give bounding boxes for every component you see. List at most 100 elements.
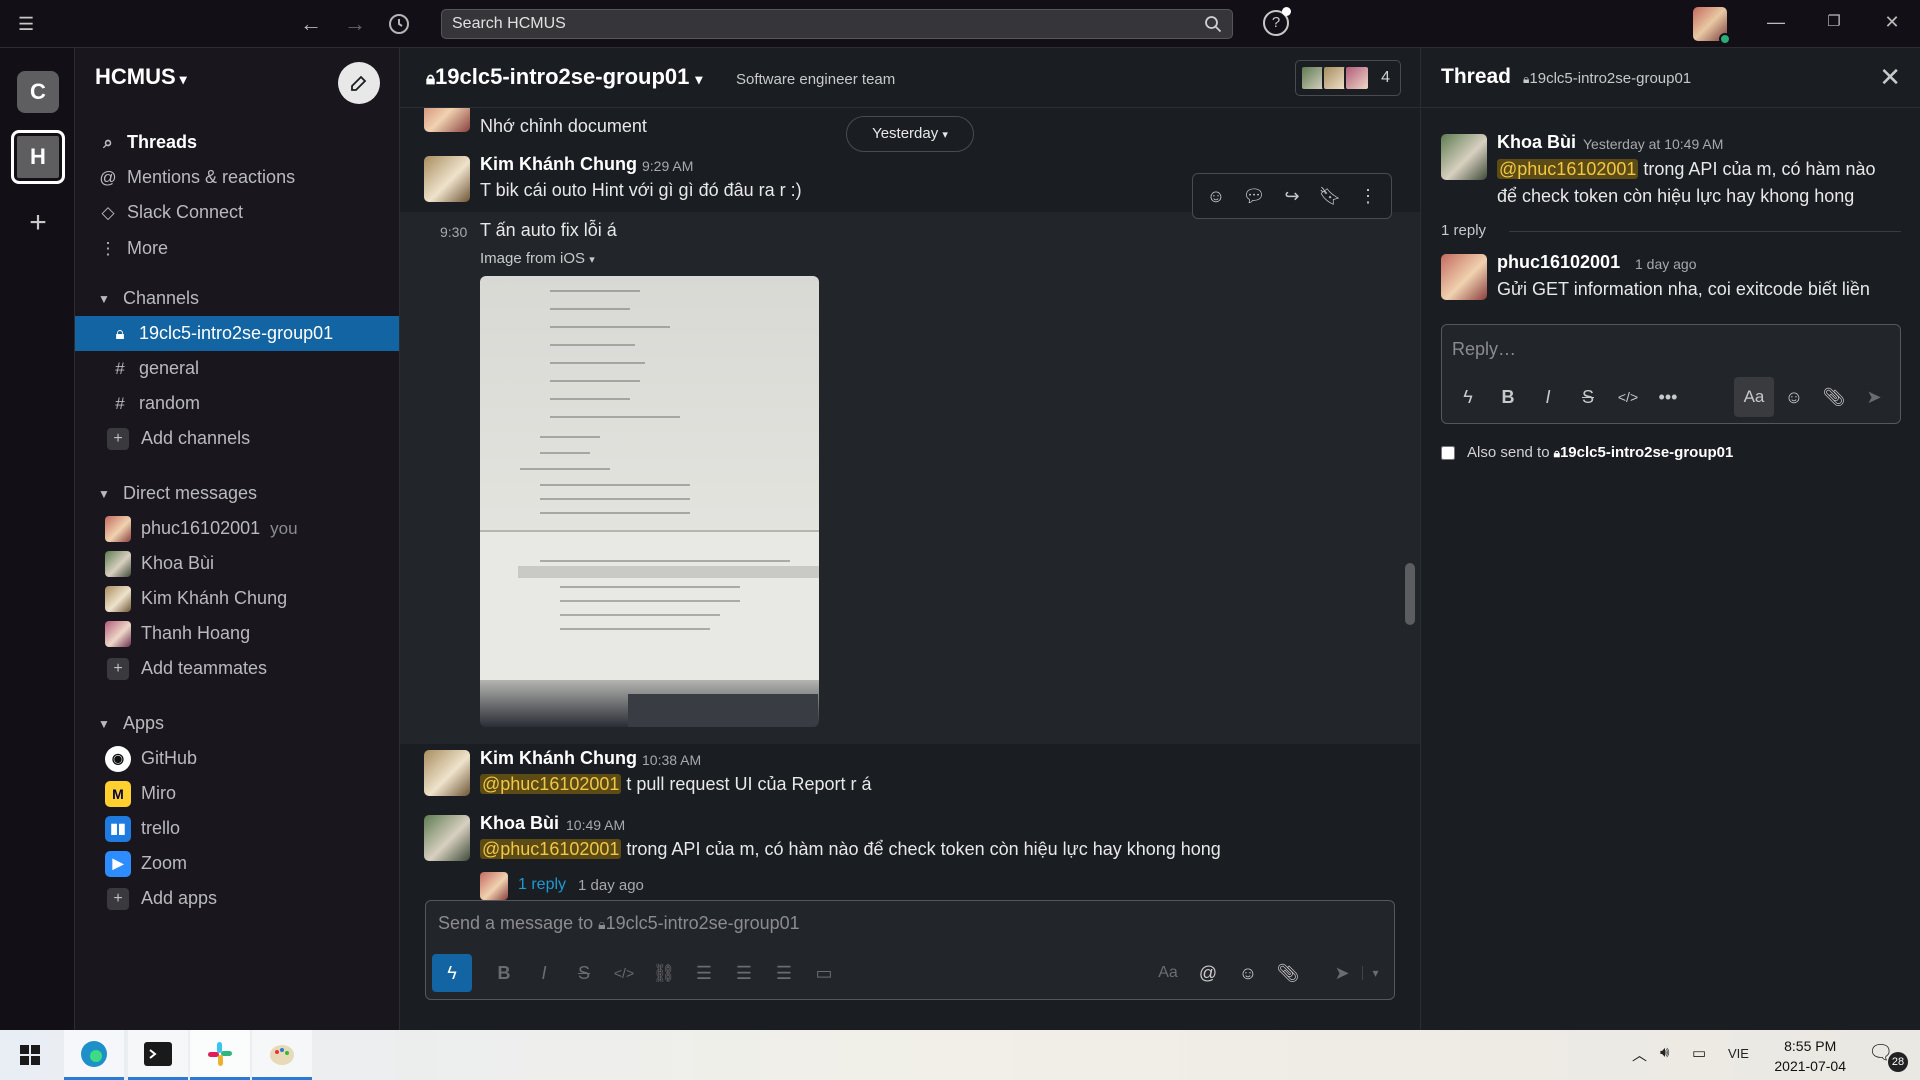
message-author[interactable]: Kim Khánh Chung	[480, 748, 637, 769]
sidebar-item-channel-general[interactable]: # general	[75, 351, 399, 386]
back-arrow-icon[interactable]: ←	[298, 12, 324, 36]
sidebar-item-dm-khoa[interactable]: Khoa Bùi	[75, 546, 399, 581]
add-workspace-icon[interactable]: +	[22, 208, 54, 240]
sidebar-item-dm-phuc[interactable]: phuc16102001 you	[75, 511, 399, 546]
hovered-message[interactable]: 9:30 T ấn auto fix lỗi á Image from iOS …	[400, 212, 1420, 744]
strikethrough-icon[interactable]: S	[1568, 387, 1608, 408]
apps-section-header[interactable]: ▼ Apps	[75, 706, 399, 741]
message-timestamp[interactable]: 10:38 AM	[642, 752, 701, 768]
emoji-icon[interactable]: ☺	[1774, 387, 1814, 408]
sidebar-item-threads[interactable]: ⌕ Threads	[75, 125, 399, 160]
message-timestamp[interactable]: 10:49 AM	[566, 817, 625, 833]
share-icon[interactable]: ↪	[1275, 186, 1309, 207]
avatar[interactable]	[1441, 254, 1487, 300]
history-icon[interactable]	[387, 12, 413, 36]
sidebar-item-app-trello[interactable]: ▮▮ trello	[75, 811, 399, 846]
message-timestamp[interactable]: 9:30	[440, 224, 467, 240]
sidebar-item-mentions[interactable]: @ Mentions & reactions	[75, 160, 399, 195]
send-icon[interactable]: ➤	[1854, 387, 1894, 408]
more-actions-icon[interactable]: ⋮	[1351, 186, 1385, 207]
shortcuts-bolt-icon[interactable]: ϟ	[432, 954, 472, 992]
channel-name-button[interactable]: 🔒︎19clc5-intro2se-group01 ▾	[426, 64, 702, 90]
terminal-app-icon[interactable]	[128, 1030, 188, 1080]
add-channels-button[interactable]: + Add channels	[75, 421, 399, 456]
sidebar-item-dm-kim[interactable]: Kim Khánh Chung	[75, 581, 399, 616]
bold-icon[interactable]: B	[484, 963, 524, 984]
workspace-h[interactable]: H	[11, 130, 65, 184]
add-teammates-button[interactable]: + Add teammates	[75, 651, 399, 686]
close-window-icon[interactable]: ✕	[1877, 12, 1907, 33]
message-list[interactable]: Nhớ chỉnh document Yesterday ▾ Kim Khánh…	[400, 108, 1420, 900]
dm-section-header[interactable]: ▼ Direct messages	[75, 476, 399, 511]
message-author[interactable]: Khoa Bùi	[1497, 132, 1576, 153]
code-icon[interactable]: </>	[1608, 389, 1648, 405]
search-bar[interactable]	[441, 9, 1233, 39]
sidebar-item-more[interactable]: ⋮ More	[75, 231, 399, 266]
battery-icon[interactable]: ▭	[1692, 1044, 1706, 1062]
user-mention[interactable]: @phuc16102001	[480, 839, 622, 859]
more-formatting-icon[interactable]: •••	[1648, 387, 1688, 408]
message-author[interactable]: Kim Khánh Chung	[480, 154, 637, 175]
windows-start-icon[interactable]	[0, 1030, 60, 1080]
avatar[interactable]	[424, 108, 470, 132]
message-timestamp[interactable]: 9:29 AM	[642, 158, 693, 174]
sidebar-item-channel-group01[interactable]: 🔒︎ 19clc5-intro2se-group01	[75, 316, 399, 351]
reply-input[interactable]: Reply…	[1452, 339, 1516, 360]
mention-icon[interactable]: @	[1188, 963, 1228, 984]
compose-button[interactable]	[338, 62, 380, 104]
forward-arrow-icon[interactable]: →	[342, 12, 368, 36]
input-language[interactable]: VIE	[1728, 1046, 1749, 1061]
chevron-up-icon[interactable]: ︿	[1632, 1044, 1647, 1065]
close-thread-icon[interactable]: ✕	[1879, 62, 1901, 93]
sidebar-item-dm-thanh[interactable]: Thanh Hoang	[75, 616, 399, 651]
ordered-list-icon[interactable]: ☰	[684, 963, 724, 984]
thread-replies-link[interactable]: 1 reply	[518, 876, 566, 894]
reply-thread-icon[interactable]: 💬︎	[1237, 186, 1271, 207]
user-avatar[interactable]	[1693, 7, 1731, 45]
paint-app-icon[interactable]	[252, 1030, 312, 1080]
restore-icon[interactable]: ❐	[1819, 12, 1849, 30]
avatar[interactable]	[1441, 134, 1487, 180]
composer-placeholder[interactable]: Send a message to 🔒︎19clc5-intro2se-grou…	[438, 913, 800, 934]
send-icon[interactable]: ➤	[1322, 963, 1362, 984]
message-timestamp[interactable]: 1 day ago	[1635, 256, 1697, 272]
strikethrough-icon[interactable]: S	[564, 963, 604, 984]
add-apps-button[interactable]: + Add apps	[75, 881, 399, 916]
minimize-icon[interactable]: —	[1761, 12, 1791, 33]
avatar[interactable]	[424, 750, 470, 796]
channels-section-header[interactable]: ▼ Channels	[75, 281, 399, 316]
clock[interactable]: 8:55 PM 2021-07-04	[1774, 1036, 1846, 1076]
channel-topic[interactable]: Software engineer team	[736, 71, 895, 88]
sidebar-item-channel-random[interactable]: # random	[75, 386, 399, 421]
blockquote-icon[interactable]: ☰	[764, 963, 804, 984]
attach-icon[interactable]: 📎︎	[1268, 963, 1308, 984]
thread-channel-link[interactable]: 🔒︎19clc5-intro2se-group01	[1523, 70, 1691, 87]
volume-icon[interactable]: 🔊︎	[1660, 1044, 1669, 1061]
slack-app-icon[interactable]	[190, 1030, 250, 1080]
date-divider-button[interactable]: Yesterday ▾	[846, 116, 974, 152]
sidebar-item-slack-connect[interactable]: ◇ Slack Connect	[75, 195, 399, 230]
bookmark-icon[interactable]: 🔖︎	[1313, 186, 1347, 207]
add-reaction-icon[interactable]: ☺	[1199, 186, 1233, 207]
message-composer[interactable]: Send a message to 🔒︎19clc5-intro2se-grou…	[425, 900, 1395, 1000]
scrollbar[interactable]	[1405, 563, 1415, 625]
also-send-option[interactable]: Also send to 🔒︎19clc5-intro2se-group01	[1441, 444, 1733, 461]
message-timestamp[interactable]: Yesterday at 10:49 AM	[1583, 136, 1723, 152]
message-author[interactable]: Khoa Bùi	[480, 813, 559, 834]
sidebar-item-app-github[interactable]: ◉ GitHub	[75, 741, 399, 776]
members-button[interactable]: 4	[1295, 60, 1401, 96]
edge-browser-icon[interactable]	[64, 1030, 124, 1080]
bulleted-list-icon[interactable]: ☰	[724, 963, 764, 984]
formatting-toggle-icon[interactable]: Aa	[1734, 377, 1774, 417]
thread-reply-composer[interactable]: Reply… ϟ B I S </> ••• Aa ☺ 📎︎ ➤	[1441, 324, 1901, 424]
attachment-image[interactable]	[480, 276, 819, 727]
user-mention[interactable]: @phuc16102001	[480, 774, 622, 794]
code-icon[interactable]: </>	[604, 965, 644, 981]
attach-icon[interactable]: 📎︎	[1814, 387, 1854, 408]
search-input[interactable]	[442, 10, 1232, 38]
shortcuts-bolt-icon[interactable]: ϟ	[1448, 387, 1488, 408]
sidebar-item-app-zoom[interactable]: ▶ Zoom	[75, 846, 399, 881]
bold-icon[interactable]: B	[1488, 387, 1528, 408]
avatar[interactable]	[424, 156, 470, 202]
user-mention[interactable]: @phuc16102001	[1497, 159, 1639, 179]
